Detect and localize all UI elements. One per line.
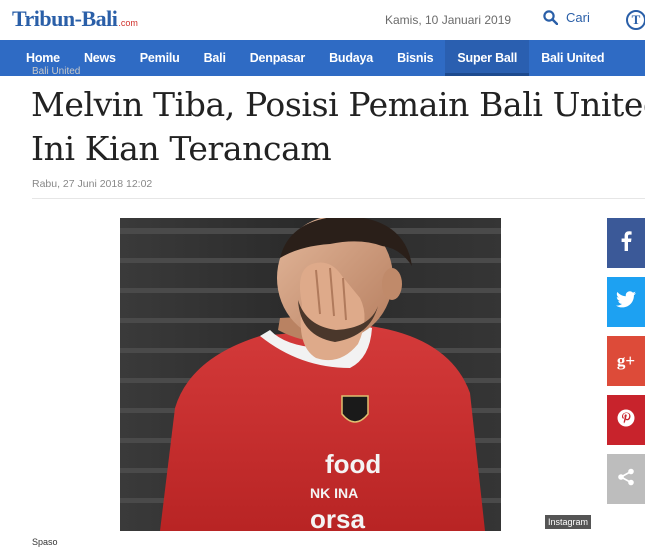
share-more-button[interactable]	[607, 454, 645, 504]
nav-item-bisnis[interactable]: Bisnis	[385, 40, 445, 76]
search-label: Cari	[566, 10, 590, 25]
nav-item-budaya[interactable]: Budaya	[317, 40, 385, 76]
header-date: Kamis, 10 Januari 2019	[385, 13, 512, 27]
logo-text: Tribun-Bali	[12, 6, 118, 31]
article-date: Rabu, 27 Juni 2018 12:02	[32, 178, 153, 190]
nav-item-bali[interactable]: Bali	[192, 40, 238, 76]
twitter-icon	[616, 291, 636, 313]
share-google-plus-button[interactable]: g+	[607, 336, 645, 386]
facebook-icon	[620, 230, 632, 256]
svg-text:NK INA: NK INA	[310, 485, 358, 501]
svg-text:food: food	[325, 449, 381, 479]
breadcrumb[interactable]: Bali United	[32, 66, 80, 77]
tribun-brand-icon[interactable]: T	[626, 10, 645, 30]
article-photo[interactable]: food NK INA orsa	[120, 218, 501, 531]
share-pinterest-button[interactable]	[607, 395, 645, 445]
search-button[interactable]: Cari	[543, 10, 590, 25]
google-plus-icon: g+	[616, 351, 636, 370]
photo-caption: Spaso	[32, 537, 58, 547]
article-title-line2: Ini Kian Terancam	[31, 129, 332, 168]
main-nav: Home News Pemilu Bali Denpasar Budaya Bi…	[0, 40, 645, 76]
share-bar: g+	[607, 218, 645, 513]
nav-item-super-ball[interactable]: Super Ball	[445, 40, 530, 76]
article-title: Melvin Tiba, Posisi Pemain Bali United I…	[31, 83, 645, 171]
svg-text:orsa: orsa	[310, 504, 365, 531]
nav-item-bali-united[interactable]: Bali United	[529, 40, 616, 76]
nav-item-pemilu[interactable]: Pemilu	[128, 40, 192, 76]
search-icon	[543, 10, 558, 25]
divider	[32, 198, 645, 199]
article-title-line1: Melvin Tiba, Posisi Pemain Bali United	[31, 85, 645, 124]
nav-item-denpasar[interactable]: Denpasar	[238, 40, 317, 76]
share-icon	[617, 468, 635, 491]
share-facebook-button[interactable]	[607, 218, 645, 268]
site-logo[interactable]: Tribun-Bali .com	[12, 6, 138, 34]
top-bar: Tribun-Bali .com Kamis, 10 Januari 2019 …	[0, 0, 645, 40]
share-twitter-button[interactable]	[607, 277, 645, 327]
photo-credit: Instagram	[545, 515, 592, 529]
logo-domain: .com	[118, 18, 138, 28]
pinterest-icon	[617, 409, 635, 432]
